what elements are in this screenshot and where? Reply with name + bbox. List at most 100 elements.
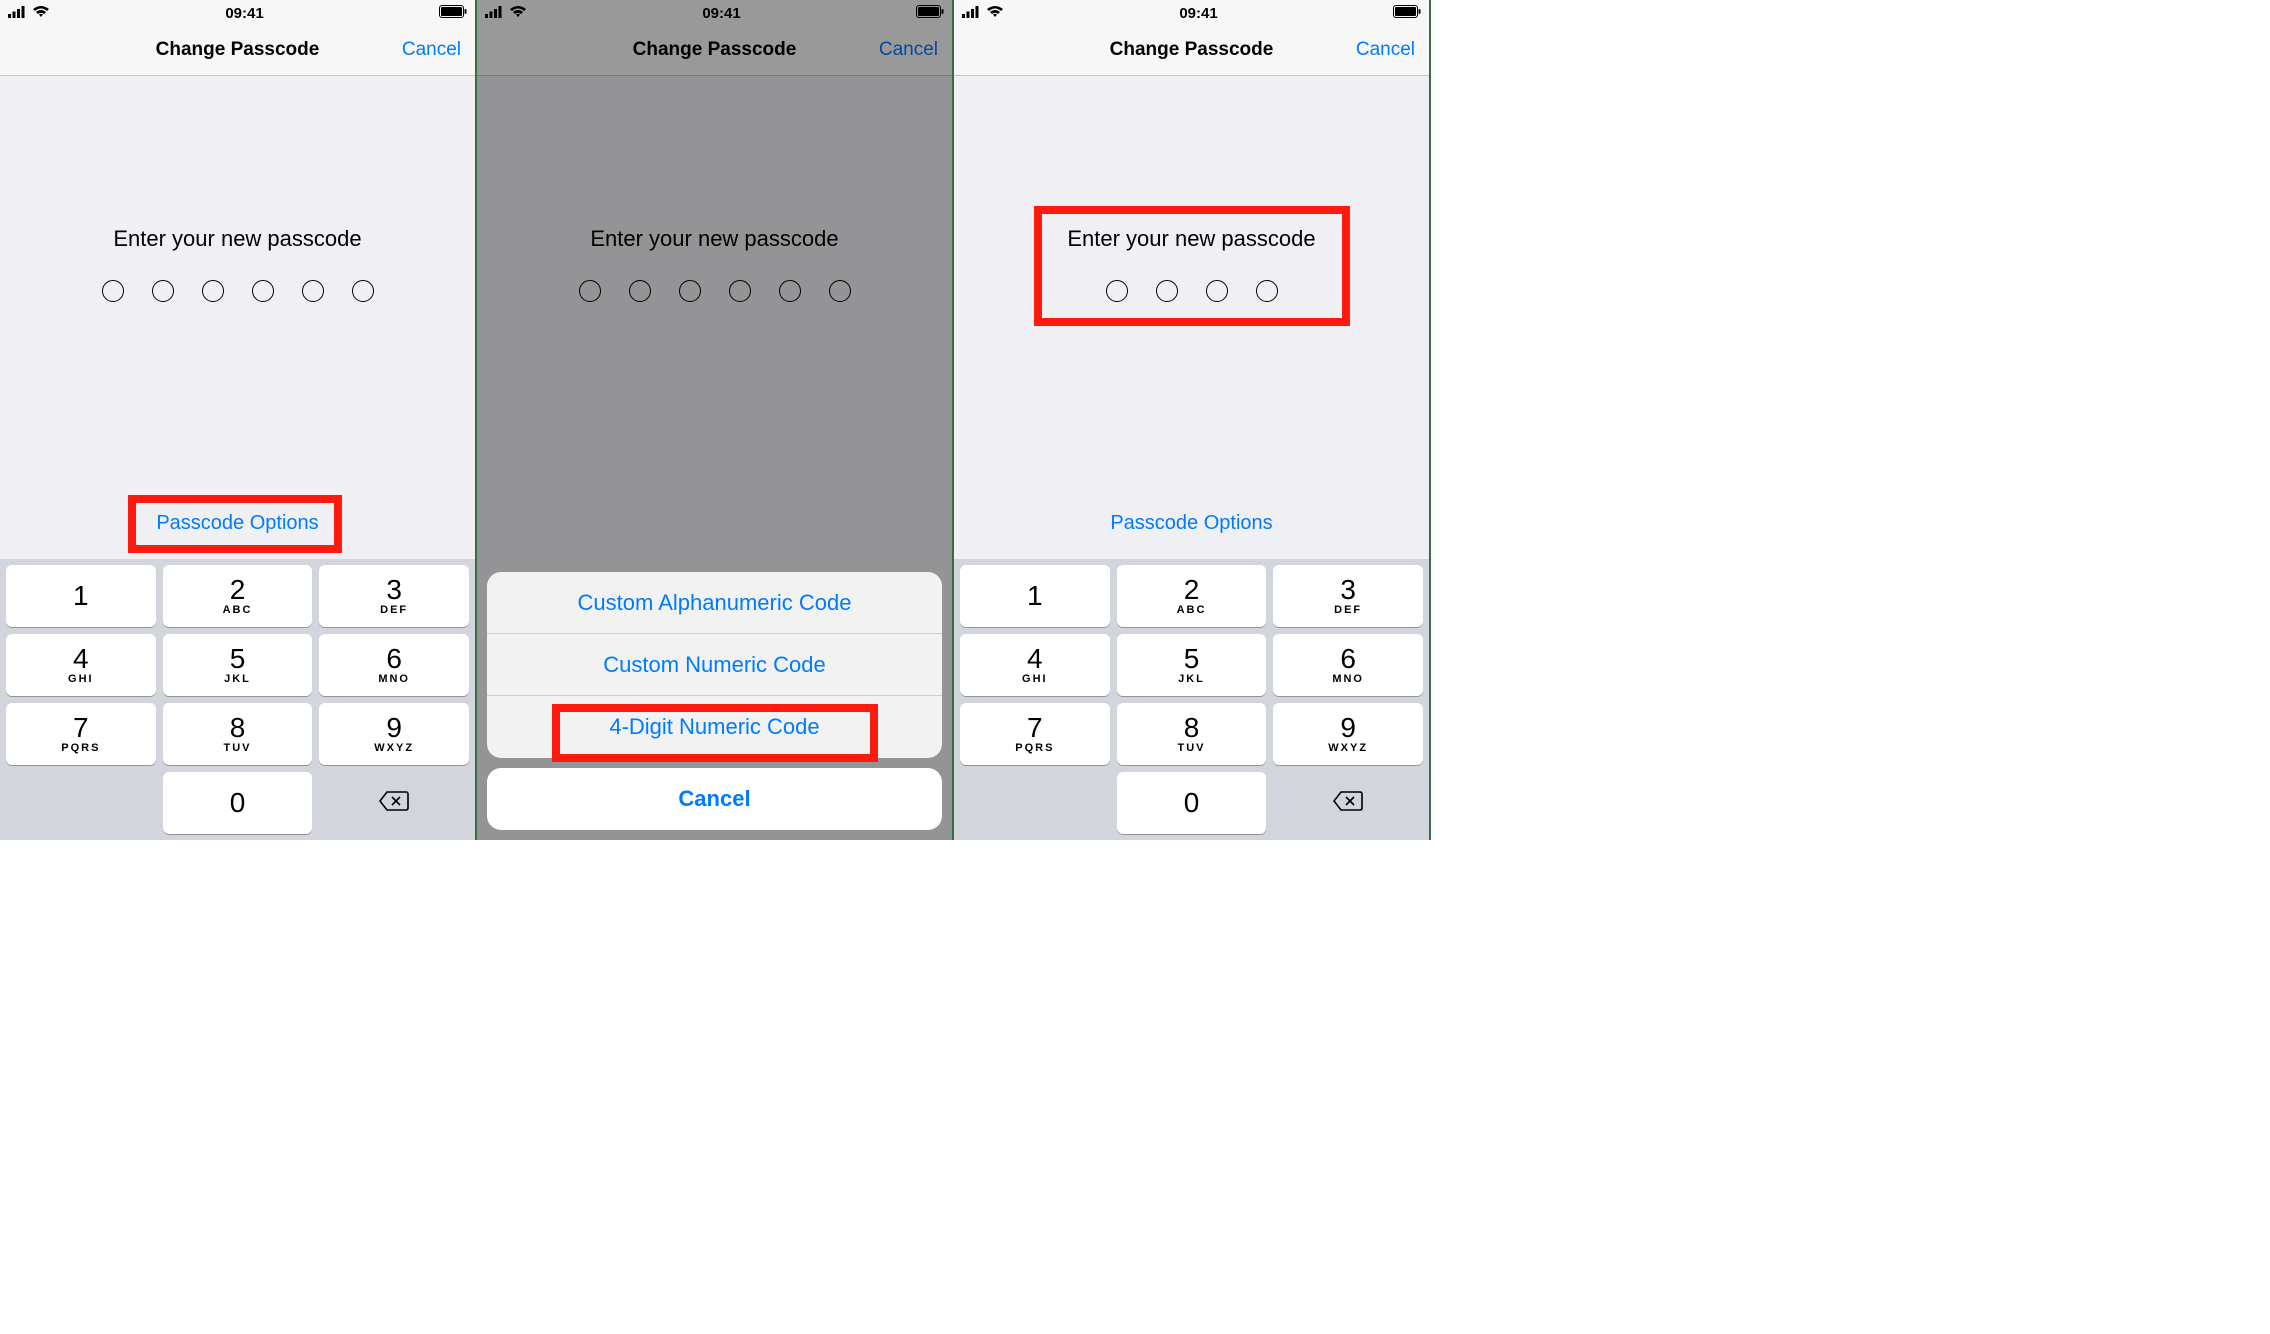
prompt-label: Enter your new passcode xyxy=(0,226,475,252)
status-time: 09:41 xyxy=(225,5,263,22)
key-3[interactable]: 3DEF xyxy=(1273,565,1423,627)
key-4[interactable]: 4GHI xyxy=(6,634,156,696)
status-bar: 09:41 xyxy=(0,0,475,24)
key-num: 8 xyxy=(230,714,246,742)
key-7[interactable]: 7PQRS xyxy=(960,703,1110,765)
key-letters: MNO xyxy=(1332,673,1364,685)
key-blank xyxy=(6,772,156,834)
passcode-options-label: Passcode Options xyxy=(156,512,318,534)
key-letters: TUV xyxy=(1177,742,1205,754)
key-letters: DEF xyxy=(380,604,408,616)
nav-title: Change Passcode xyxy=(1110,39,1274,61)
key-9[interactable]: 9WXYZ xyxy=(1273,703,1423,765)
passcode-dot xyxy=(1156,280,1178,302)
key-4[interactable]: 4GHI xyxy=(960,634,1110,696)
passcode-dot xyxy=(152,280,174,302)
cancel-button[interactable]: Cancel xyxy=(402,39,461,61)
key-letters: ABC xyxy=(1177,604,1207,616)
number-keypad: 1 2ABC 3DEF 4GHI 5JKL 6MNO 7PQRS 8TUV 9W… xyxy=(0,559,475,840)
sheet-option-label: 4-Digit Numeric Code xyxy=(609,714,819,740)
passcode-options-label: Passcode Options xyxy=(1110,512,1272,534)
sheet-option-numeric[interactable]: Custom Numeric Code xyxy=(487,634,942,696)
key-num: 0 xyxy=(230,789,246,817)
key-num: 4 xyxy=(73,645,89,673)
passcode-options-button[interactable]: Passcode Options xyxy=(0,512,475,535)
key-num: 1 xyxy=(1027,582,1043,610)
key-num: 6 xyxy=(386,645,402,673)
screen-1: 09:41 Change Passcode Cancel Enter your … xyxy=(0,0,477,840)
key-letters: TUV xyxy=(223,742,251,754)
key-8[interactable]: 8TUV xyxy=(163,703,313,765)
key-2[interactable]: 2ABC xyxy=(1117,565,1267,627)
sheet-option-alphanumeric[interactable]: Custom Alphanumeric Code xyxy=(487,572,942,634)
sheet-cancel-button[interactable]: Cancel xyxy=(487,768,942,830)
wifi-icon xyxy=(986,5,1004,22)
passcode-dot xyxy=(252,280,274,302)
key-8[interactable]: 8TUV xyxy=(1117,703,1267,765)
key-5[interactable]: 5JKL xyxy=(1117,634,1267,696)
passcode-dot xyxy=(302,280,324,302)
key-letters: GHI xyxy=(1022,673,1048,685)
key-0[interactable]: 0 xyxy=(163,772,313,834)
key-letters: JKL xyxy=(224,673,251,685)
key-num: 1 xyxy=(73,582,89,610)
key-2[interactable]: 2ABC xyxy=(163,565,313,627)
sheet-option-label: Custom Numeric Code xyxy=(603,652,826,678)
action-sheet: Custom Alphanumeric Code Custom Numeric … xyxy=(487,572,942,830)
key-blank xyxy=(960,772,1110,834)
number-keypad: 1 2ABC 3DEF 4GHI 5JKL 6MNO 7PQRS 8TUV 9W… xyxy=(954,559,1429,840)
key-3[interactable]: 3DEF xyxy=(319,565,469,627)
passcode-options-button[interactable]: Passcode Options xyxy=(954,512,1429,535)
backspace-key[interactable] xyxy=(1273,772,1423,834)
key-num: 9 xyxy=(1340,714,1356,742)
passcode-dot xyxy=(352,280,374,302)
key-7[interactable]: 7PQRS xyxy=(6,703,156,765)
passcode-dots xyxy=(0,280,475,302)
prompt-label: Enter your new passcode xyxy=(954,226,1429,252)
status-bar: 09:41 xyxy=(954,0,1429,24)
key-letters: ABC xyxy=(223,604,253,616)
key-num: 8 xyxy=(1184,714,1200,742)
nav-bar: Change Passcode Cancel xyxy=(0,24,475,76)
passcode-dot xyxy=(202,280,224,302)
key-letters: WXYZ xyxy=(374,742,414,754)
sheet-cancel-label: Cancel xyxy=(678,786,750,812)
content-area: Enter your new passcode Passcode Options xyxy=(0,76,475,559)
key-6[interactable]: 6MNO xyxy=(319,634,469,696)
nav-title: Change Passcode xyxy=(156,39,320,61)
signal-icon xyxy=(962,5,982,22)
wifi-icon xyxy=(32,5,50,22)
key-num: 6 xyxy=(1340,645,1356,673)
backspace-icon xyxy=(1333,790,1363,817)
key-num: 0 xyxy=(1184,789,1200,817)
key-letters: WXYZ xyxy=(1328,742,1368,754)
key-letters: PQRS xyxy=(61,742,100,754)
key-letters: JKL xyxy=(1178,673,1205,685)
content-area: Enter your new passcode Passcode Options xyxy=(954,76,1429,559)
key-letters: GHI xyxy=(68,673,94,685)
backspace-key[interactable] xyxy=(319,772,469,834)
key-num: 4 xyxy=(1027,645,1043,673)
passcode-dot xyxy=(1256,280,1278,302)
key-1[interactable]: 1 xyxy=(960,565,1110,627)
key-0[interactable]: 0 xyxy=(1117,772,1267,834)
key-num: 5 xyxy=(1184,645,1200,673)
key-letters: PQRS xyxy=(1015,742,1054,754)
key-6[interactable]: 6MNO xyxy=(1273,634,1423,696)
key-9[interactable]: 9WXYZ xyxy=(319,703,469,765)
screen-2: 09:41 Change Passcode Cancel Enter your … xyxy=(477,0,954,840)
key-num: 9 xyxy=(386,714,402,742)
cancel-button[interactable]: Cancel xyxy=(1356,39,1415,61)
key-5[interactable]: 5JKL xyxy=(163,634,313,696)
passcode-dot xyxy=(102,280,124,302)
passcode-dot xyxy=(1106,280,1128,302)
key-1[interactable]: 1 xyxy=(6,565,156,627)
key-num: 2 xyxy=(1184,576,1200,604)
sheet-option-4digit[interactable]: 4-Digit Numeric Code xyxy=(487,696,942,758)
backspace-icon xyxy=(379,790,409,817)
battery-icon xyxy=(439,5,467,22)
key-num: 2 xyxy=(230,576,246,604)
sheet-option-label: Custom Alphanumeric Code xyxy=(578,590,852,616)
passcode-dot xyxy=(1206,280,1228,302)
screen-3: 09:41 Change Passcode Cancel Enter your … xyxy=(954,0,1431,840)
